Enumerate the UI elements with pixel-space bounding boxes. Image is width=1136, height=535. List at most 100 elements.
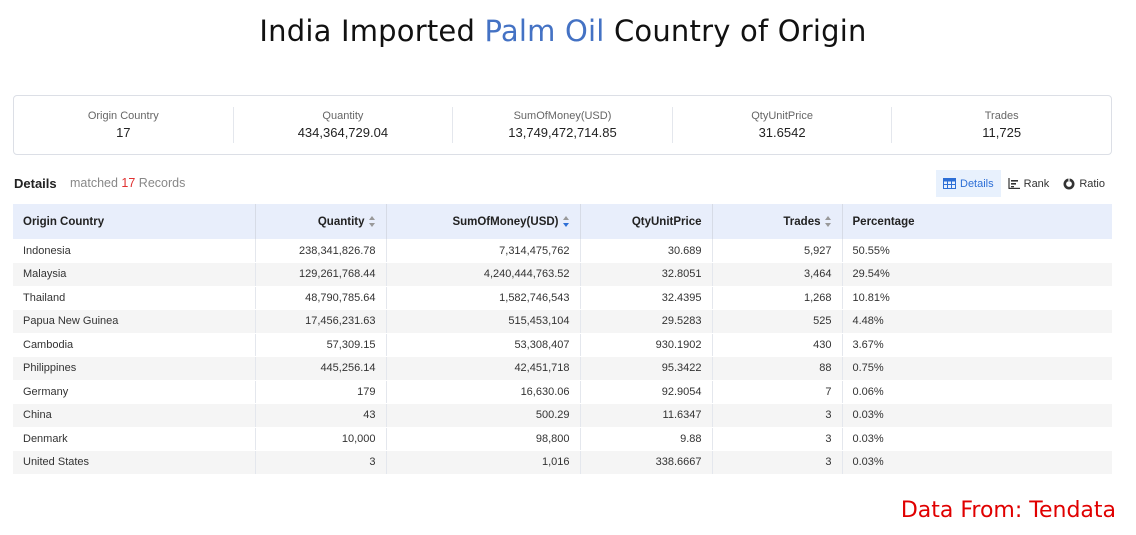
summary-value: 31.6542 [758, 125, 806, 140]
column-header-label: Quantity [317, 215, 365, 228]
summary-panel: Origin Country 17 Quantity 434,364,729.0… [13, 95, 1112, 155]
cell-origin-country: Denmark [13, 427, 256, 451]
cell-origin-country: Malaysia [13, 262, 256, 287]
cell-percentage: 50.55% [842, 239, 1112, 263]
column-header-percentage[interactable]: Percentage [842, 204, 1112, 239]
summary-value: 17 [116, 125, 131, 140]
cell-trades: 430 [712, 333, 843, 357]
details-title: Details [14, 176, 57, 191]
table-row[interactable]: Denmark 10,000 98,800 9.88 3 0.03% [13, 427, 1112, 451]
cell-trades: 7 [712, 380, 843, 404]
table-row[interactable]: United States 3 1,016 338.6667 3 0.03% [13, 450, 1112, 475]
cell-quantity: 238,341,826.78 [255, 239, 387, 263]
cell-origin-country: China [13, 403, 256, 428]
cell-percentage: 4.48% [842, 309, 1112, 334]
table-row[interactable]: Malaysia 129,261,768.44 4,240,444,763.52 32… [13, 262, 1112, 287]
cell-percentage: 0.03% [842, 450, 1112, 475]
column-header-origin-country[interactable]: Origin Country [13, 204, 256, 239]
cell-qty-unit-price: 32.4395 [580, 286, 713, 310]
cell-qty-unit-price: 29.5283 [580, 309, 713, 334]
cell-percentage: 10.81% [842, 286, 1112, 310]
column-header-quantity[interactable]: Quantity [255, 204, 387, 239]
cell-quantity: 57,309.15 [255, 333, 387, 357]
cell-origin-country: Germany [13, 380, 256, 404]
title-suffix: Country of Origin [604, 14, 867, 48]
column-header-label: Percentage [852, 215, 915, 228]
table-row[interactable]: Germany 179 16,630.06 92.9054 7 0.06% [13, 380, 1112, 404]
cell-trades: 525 [712, 309, 843, 334]
matched-suffix: Records [135, 176, 186, 190]
cell-origin-country: Papua New Guinea [13, 309, 256, 334]
table-row[interactable]: Cambodia 57,309.15 53,308,407 930.1902 430 3.… [13, 333, 1112, 357]
summary-value: 13,749,472,714.85 [508, 125, 617, 140]
cell-quantity: 17,456,231.63 [255, 309, 387, 334]
cell-sum-of-money: 16,630.06 [386, 380, 581, 404]
cell-trades: 88 [712, 356, 843, 381]
cell-sum-of-money: 1,582,746,543 [386, 286, 581, 310]
cell-sum-of-money: 98,800 [386, 427, 581, 451]
data-source-note: Data From: Tendata [900, 498, 1116, 523]
cell-trades: 3 [712, 450, 843, 475]
column-header-trades[interactable]: Trades [712, 204, 843, 239]
summary-value: 434,364,729.04 [297, 125, 389, 140]
sort-icon[interactable] [368, 215, 376, 227]
cell-qty-unit-price: 9.88 [580, 427, 713, 451]
summary-sum-of-money: SumOfMoney(USD) 13,749,472,714.85 [452, 107, 672, 143]
summary-label: SumOfMoney(USD) [513, 110, 612, 122]
table-icon [943, 178, 956, 189]
rank-view-button[interactable]: Rank [1001, 170, 1057, 197]
sort-desc-icon[interactable] [562, 215, 570, 227]
cell-sum-of-money: 515,453,104 [386, 309, 581, 334]
cell-origin-country: Indonesia [13, 239, 256, 263]
cell-qty-unit-price: 30.689 [580, 239, 713, 263]
cell-origin-country: Thailand [13, 286, 256, 310]
summary-quantity: Quantity 434,364,729.04 [232, 107, 453, 143]
cell-qty-unit-price: 338.6667 [580, 450, 713, 475]
cell-qty-unit-price: 930.1902 [580, 333, 713, 357]
cell-sum-of-money: 53,308,407 [386, 333, 581, 357]
cell-trades: 5,927 [712, 239, 843, 263]
table-header-row: Origin Country Quantity SumOfMoney(USD) … [13, 204, 1112, 239]
matched-count: 17 [121, 176, 136, 190]
cell-quantity: 445,256.14 [255, 356, 387, 381]
table-row[interactable]: Indonesia 238,341,826.78 7,314,475,762 30.6… [13, 239, 1112, 263]
column-header-label: Trades [783, 215, 821, 228]
cell-percentage: 0.06% [842, 380, 1112, 404]
column-header-label: Origin Country [23, 215, 105, 228]
cell-sum-of-money: 500.29 [386, 403, 581, 428]
cell-percentage: 3.67% [842, 333, 1112, 357]
cell-percentage: 0.03% [842, 427, 1112, 451]
cell-quantity: 179 [255, 380, 387, 404]
cell-quantity: 129,261,768.44 [255, 262, 387, 287]
cell-quantity: 43 [255, 403, 387, 428]
table-row[interactable]: Philippines 445,256.14 42,451,718 95.3422 88… [13, 356, 1112, 381]
cell-origin-country: United States [13, 450, 256, 475]
cell-percentage: 0.03% [842, 403, 1112, 428]
column-header-label: SumOfMoney(USD) [452, 215, 559, 228]
column-header-qty-unit-price[interactable]: QtyUnitPrice [580, 204, 713, 239]
pie-chart-icon [1063, 177, 1075, 189]
summary-trades: Trades 11,725 [891, 107, 1111, 143]
cell-quantity: 48,790,785.64 [255, 286, 387, 310]
ratio-view-label: Ratio [1079, 177, 1105, 190]
table-row[interactable]: China 43 500.29 11.6347 3 0.03% [13, 403, 1112, 428]
table-row[interactable]: Thailand 48,790,785.64 1,582,746,543 32.439… [13, 286, 1112, 310]
cell-trades: 3 [712, 427, 843, 451]
cell-origin-country: Cambodia [13, 333, 256, 357]
cell-qty-unit-price: 32.8051 [580, 262, 713, 287]
cell-percentage: 29.54% [842, 262, 1112, 287]
cell-trades: 3,464 [712, 262, 843, 287]
column-header-sum-of-money[interactable]: SumOfMoney(USD) [386, 204, 581, 239]
ratio-view-button[interactable]: Ratio [1056, 170, 1112, 197]
matched-prefix: matched [70, 176, 122, 190]
summary-label: Origin Country [87, 110, 159, 122]
details-table: Origin Country Quantity SumOfMoney(USD) … [13, 204, 1112, 475]
table-row[interactable]: Papua New Guinea 17,456,231.63 515,453,104… [13, 309, 1112, 334]
details-view-label: Details [960, 177, 994, 190]
details-bar: Details matched 17 Records Details Rank [13, 170, 1112, 198]
summary-label: QtyUnitPrice [751, 110, 813, 122]
title-highlight: Palm Oil [484, 14, 605, 48]
details-view-button[interactable]: Details [936, 170, 1001, 197]
sort-icon[interactable] [824, 215, 832, 227]
cell-qty-unit-price: 92.9054 [580, 380, 713, 404]
